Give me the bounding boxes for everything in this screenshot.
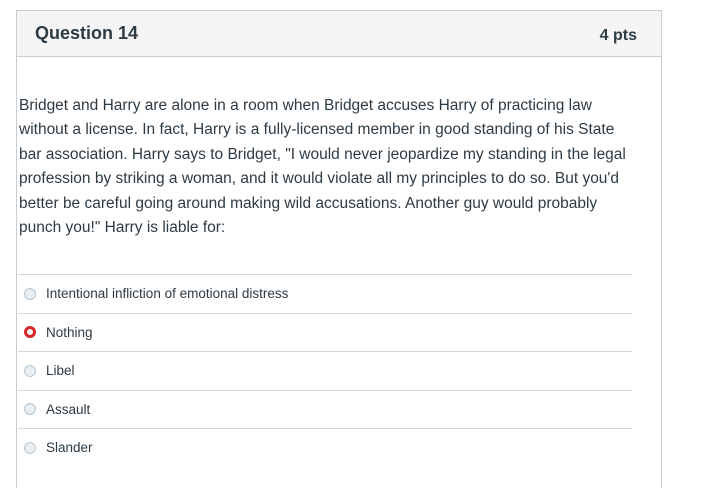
answer-label: Libel xyxy=(46,363,75,379)
answer-option-assault[interactable]: Assault xyxy=(18,389,632,429)
question-text: Bridget and Harry are alone in a room wh… xyxy=(19,97,626,237)
answer-option-nothing[interactable]: Nothing xyxy=(18,312,632,352)
question-points: 4 pts xyxy=(599,26,637,44)
answer-label: Assault xyxy=(46,401,91,417)
answer-label: Nothing xyxy=(46,324,93,340)
radio-button[interactable] xyxy=(24,364,36,377)
question-title: Question 14 xyxy=(35,23,139,43)
answer-option-libel[interactable]: Libel xyxy=(18,351,632,390)
radio-button-selected[interactable] xyxy=(24,326,36,339)
radio-button[interactable] xyxy=(24,403,36,416)
answer-label: Slander xyxy=(46,440,93,456)
answer-label: Intentional infliction of emotional dist… xyxy=(46,286,289,302)
radio-button[interactable] xyxy=(24,287,36,300)
question-header: Question 14 4 pts xyxy=(17,11,661,57)
radio-button[interactable] xyxy=(24,441,36,454)
answer-list: Intentional infliction of emotional dist… xyxy=(18,274,632,467)
answer-option-intentional-infliction[interactable]: Intentional infliction of emotional dist… xyxy=(18,274,632,313)
answer-option-slander[interactable]: Slander xyxy=(18,428,632,467)
